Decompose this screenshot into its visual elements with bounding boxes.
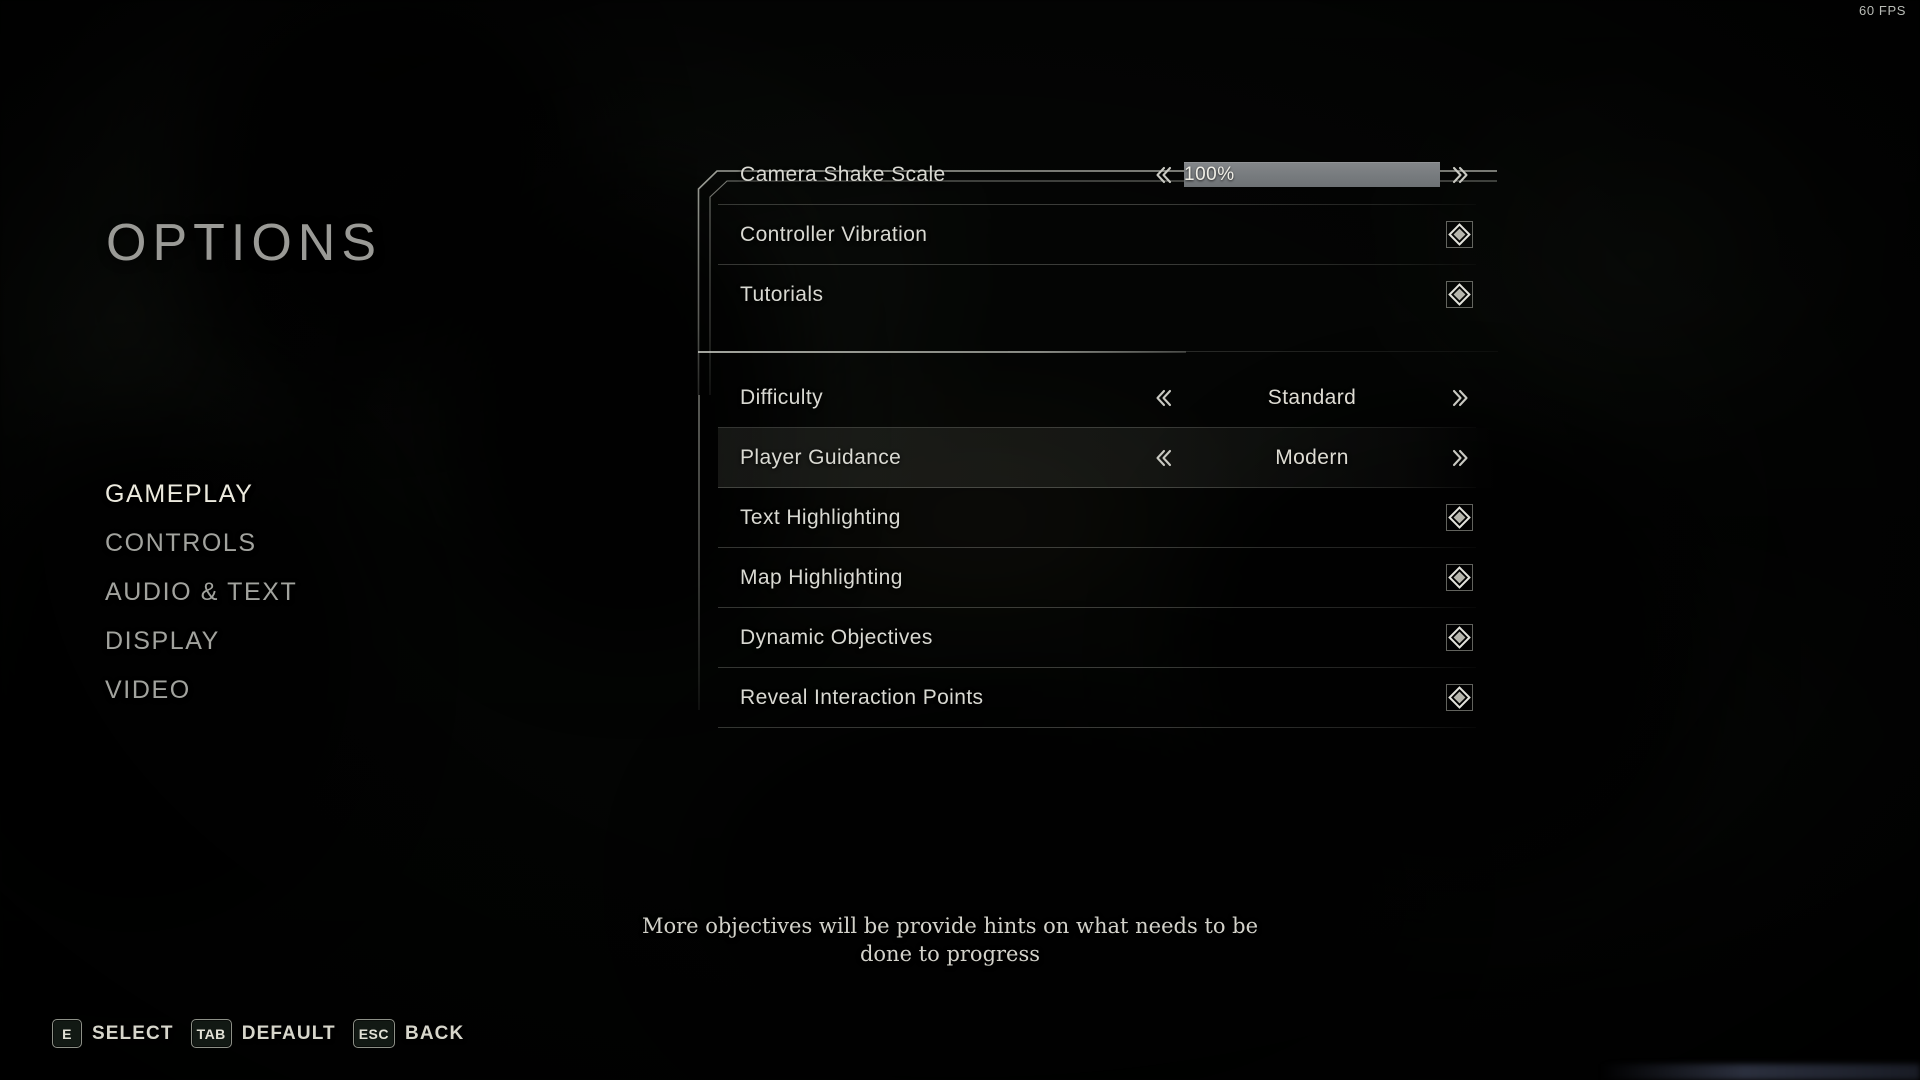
key-hint-label: DEFAULT xyxy=(241,1022,336,1044)
option-group-divider xyxy=(698,325,1498,368)
slider-value: 100% xyxy=(1184,164,1235,185)
option-control-checkbox xyxy=(1446,548,1476,607)
checkbox-checked-icon[interactable] xyxy=(1446,504,1473,531)
option-control-checkbox xyxy=(1446,488,1476,547)
camera-shake-slider[interactable]: 100% xyxy=(1184,162,1440,187)
option-control-stepper: Standard xyxy=(1148,368,1476,427)
option-control-slider: 100% xyxy=(1148,145,1476,204)
option-row-difficulty[interactable]: Difficulty Standard xyxy=(718,368,1497,428)
option-row-player-guidance[interactable]: Player Guidance Modern xyxy=(718,428,1497,488)
sidebar-item-audio-and-text[interactable]: AUDIO & TEXT xyxy=(0,568,620,617)
option-label: Tutorials xyxy=(740,283,824,306)
key-hint-label: SELECT xyxy=(92,1022,174,1044)
sidebar-item-video[interactable]: VIDEO xyxy=(0,666,620,715)
option-control-checkbox xyxy=(1446,205,1476,264)
key-hint-back[interactable]: ESC BACK xyxy=(352,1019,465,1048)
checkbox-checked-icon[interactable] xyxy=(1446,564,1473,591)
chevron-left-icon[interactable] xyxy=(1148,443,1178,473)
chevron-right-icon[interactable] xyxy=(1446,160,1476,190)
option-control-checkbox xyxy=(1446,668,1476,727)
slider-track: 100% xyxy=(1184,162,1440,187)
options-panel: Camera Shake Scale 100% Controller Vibra… xyxy=(697,145,1498,745)
checkbox-checked-icon[interactable] xyxy=(1446,684,1473,711)
key-hint-label: BACK xyxy=(405,1022,465,1044)
sidebar-item-label: GAMEPLAY xyxy=(105,480,254,508)
checkbox-checked-icon[interactable] xyxy=(1446,624,1473,651)
option-row-camera-shake-scale[interactable]: Camera Shake Scale 100% xyxy=(718,145,1497,205)
option-label: Dynamic Objectives xyxy=(740,626,933,649)
sidebar-item-label: VIDEO xyxy=(105,676,191,704)
key-hint-default[interactable]: TAB DEFAULT xyxy=(190,1019,336,1048)
option-value: Standard xyxy=(1267,385,1357,409)
game-options-screen: 60 FPS OPTIONS GAMEPLAY CONTROLS AUDIO &… xyxy=(0,0,1920,1080)
chevron-left-icon[interactable] xyxy=(1148,160,1178,190)
background-light-streak xyxy=(1600,1064,1920,1080)
page-title: OPTIONS xyxy=(106,214,383,272)
option-row-text-highlighting[interactable]: Text Highlighting xyxy=(718,488,1497,548)
keycap-tab: TAB xyxy=(190,1019,232,1048)
checkbox-checked-icon[interactable] xyxy=(1446,281,1473,308)
option-label: Controller Vibration xyxy=(740,223,928,246)
chevron-right-icon[interactable] xyxy=(1446,443,1476,473)
option-label: Camera Shake Scale xyxy=(740,163,946,186)
sidebar-item-label: AUDIO & TEXT xyxy=(105,578,298,606)
sidebar-item-gameplay[interactable]: GAMEPLAY xyxy=(0,470,620,519)
option-control-checkbox xyxy=(1446,265,1476,324)
fps-counter: 60 FPS xyxy=(1859,3,1906,18)
option-description: More objectives will be provide hints on… xyxy=(641,914,1259,966)
option-row-map-highlighting[interactable]: Map Highlighting xyxy=(718,548,1497,608)
sidebar-item-label: CONTROLS xyxy=(105,529,257,557)
panel-left-border xyxy=(698,395,700,710)
keycap-esc: ESC xyxy=(352,1019,395,1048)
option-label: Text Highlighting xyxy=(740,506,901,529)
key-hint-select[interactable]: E SELECT xyxy=(52,1019,174,1048)
option-row-reveal-interaction-points[interactable]: Reveal Interaction Points xyxy=(718,668,1497,728)
option-row-tutorials[interactable]: Tutorials xyxy=(718,265,1497,325)
option-row-dynamic-objectives[interactable]: Dynamic Objectives xyxy=(718,608,1497,668)
option-label: Map Highlighting xyxy=(740,566,903,589)
sidebar-item-label: DISPLAY xyxy=(105,627,220,655)
option-control-stepper: Modern xyxy=(1148,428,1476,487)
options-list: Camera Shake Scale 100% Controller Vibra… xyxy=(698,145,1498,728)
option-row-controller-vibration[interactable]: Controller Vibration xyxy=(718,205,1497,265)
chevron-right-icon[interactable] xyxy=(1446,383,1476,413)
option-label: Reveal Interaction Points xyxy=(740,686,984,709)
option-label: Difficulty xyxy=(740,386,823,409)
checkbox-checked-icon[interactable] xyxy=(1446,221,1473,248)
chevron-left-icon[interactable] xyxy=(1148,383,1178,413)
keycap-e: E xyxy=(52,1019,82,1048)
option-value: Modern xyxy=(1275,445,1349,469)
sidebar-item-display[interactable]: DISPLAY xyxy=(0,617,620,666)
option-label: Player Guidance xyxy=(740,446,902,469)
footer-key-hints: E SELECT TAB DEFAULT ESC BACK xyxy=(52,1019,481,1048)
option-control-checkbox xyxy=(1446,608,1476,667)
sidebar-item-controls[interactable]: CONTROLS xyxy=(0,519,620,568)
sidebar-nav: GAMEPLAY CONTROLS AUDIO & TEXT DISPLAY V… xyxy=(0,470,620,715)
